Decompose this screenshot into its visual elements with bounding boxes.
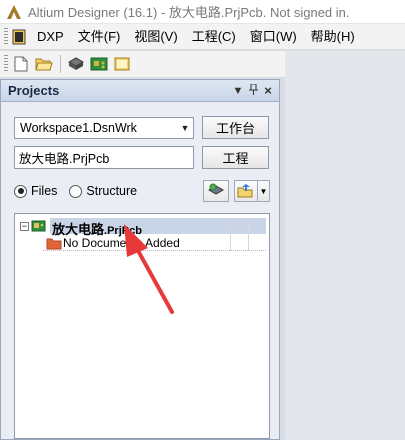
open-project-button[interactable]: [234, 180, 258, 202]
panel-controls: ▼ ×: [230, 83, 275, 98]
menu-file[interactable]: 文件(F): [71, 24, 128, 50]
dropdown-arrow-icon[interactable]: ▼: [177, 123, 193, 133]
pcb-project-icon: [31, 220, 46, 232]
workspace-row: Workspace1.DsnWrk ▼ 工作台: [14, 116, 269, 139]
project-tree: − 放大电路.PrjPcb No Documents Added: [14, 213, 270, 439]
panel-header: Projects ▼ ×: [1, 80, 279, 102]
project-tree-row[interactable]: −: [15, 218, 47, 234]
refresh-button[interactable]: [203, 180, 229, 202]
document-button[interactable]: [111, 53, 133, 75]
menu-bar: DXP 文件(F) 视图(V) 工程(C) 窗口(W) 帮助(H): [0, 24, 405, 50]
refresh-chip-icon: [207, 183, 225, 195]
workspace-button[interactable]: 工作台: [202, 116, 269, 139]
no-documents-row[interactable]: No Documents Added: [43, 235, 266, 251]
menu-view[interactable]: 视图(V): [127, 24, 184, 50]
folder-arrow-icon: [237, 184, 253, 198]
menu-dxp[interactable]: DXP: [30, 24, 71, 50]
window-title: Altium Designer (16.1) - 放大电路.PrjPcb. No…: [28, 5, 350, 20]
open-project-dropdown-icon[interactable]: ▼: [258, 180, 270, 202]
collapse-icon[interactable]: −: [20, 221, 29, 231]
workspace-background: [285, 51, 405, 440]
chip-button[interactable]: [65, 53, 87, 75]
open-folder-icon: [35, 58, 53, 71]
panel-title: Projects: [8, 83, 60, 98]
menu-help[interactable]: 帮助(H): [304, 24, 362, 50]
dxp-icon: [12, 29, 26, 44]
open-button[interactable]: [33, 53, 55, 75]
menu-project[interactable]: 工程(C): [185, 24, 243, 50]
workspace-combo-value: Workspace1.DsnWrk: [20, 120, 137, 135]
project-row: 放大电路.PrjPcb 工程: [14, 146, 269, 169]
pin-icon[interactable]: [246, 83, 260, 98]
main-toolbar: [0, 51, 285, 77]
pcb-board-icon: [90, 57, 108, 71]
structure-radio[interactable]: [69, 184, 83, 198]
structure-radio-label[interactable]: Structure: [86, 184, 137, 198]
view-mode-row: Files Structure ▼: [14, 180, 270, 202]
files-radio[interactable]: [14, 184, 27, 198]
no-documents-label: No Documents Added: [63, 236, 180, 250]
chip-icon: [67, 57, 85, 70]
document-icon: [114, 57, 130, 71]
project-button[interactable]: 工程: [202, 146, 269, 169]
new-file-button[interactable]: [10, 53, 32, 75]
title-bar: Altium Designer (16.1) - 放大电路.PrjPcb. No…: [0, 0, 405, 24]
menu-window[interactable]: 窗口(W): [243, 24, 304, 50]
panel-menu-icon[interactable]: ▼: [231, 85, 245, 97]
folder-icon: [46, 238, 62, 250]
projects-panel: Projects ▼ × Workspace1.DsnWrk ▼ 工作台 放大电…: [0, 79, 280, 440]
workspace-combo[interactable]: Workspace1.DsnWrk ▼: [14, 116, 194, 139]
menubar-grip[interactable]: [4, 27, 8, 46]
close-icon[interactable]: ×: [261, 83, 275, 98]
files-radio-label[interactable]: Files: [31, 184, 57, 198]
new-file-icon: [14, 56, 28, 72]
altium-logo-icon: [7, 4, 21, 19]
toolbar-grip[interactable]: [4, 55, 8, 73]
project-field[interactable]: 放大电路.PrjPcb: [14, 146, 194, 169]
pcb-button[interactable]: [88, 53, 110, 75]
toolbar-separator: [60, 55, 61, 73]
